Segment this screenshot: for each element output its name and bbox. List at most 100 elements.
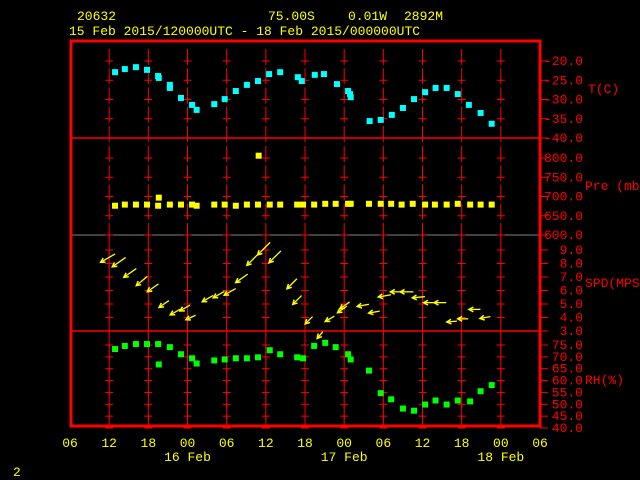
pressure-point (177, 201, 184, 208)
temperature-point (388, 111, 395, 118)
rh-point (432, 397, 439, 404)
wind-arrow (432, 299, 447, 306)
x-tick-label: 00 (180, 436, 196, 451)
pressure-point (221, 201, 228, 208)
rh-point (322, 339, 329, 346)
rh-point (422, 401, 429, 408)
rh-point (300, 355, 307, 362)
temperature-point (193, 106, 200, 113)
temperature-point (232, 88, 239, 95)
wind-arrow-shaft (268, 250, 282, 264)
x-tick-label: 12 (415, 436, 431, 451)
pressure-point (243, 201, 250, 208)
wind-arrow (267, 250, 282, 264)
wind-arrow (478, 314, 491, 321)
rh-point (221, 356, 228, 363)
y-tick-label: 650.0 (544, 209, 583, 224)
temperature-point (377, 116, 384, 123)
pressure-point (193, 202, 200, 209)
temperature-point (454, 91, 461, 98)
pressure-point (266, 201, 273, 208)
wind-arrow-shaft (257, 241, 271, 256)
rh-point (232, 355, 239, 362)
temperature-point (399, 104, 406, 111)
wind-arrow (110, 256, 127, 268)
wind-arrow (410, 294, 425, 301)
rh-point (266, 347, 273, 354)
y-tick-label: -35.0 (544, 112, 583, 127)
y-tick-label: 750.0 (544, 170, 583, 185)
rh-point (388, 396, 395, 403)
pressure-point (467, 201, 474, 208)
pressure-point (322, 200, 329, 207)
x-tick-label: 18 (141, 436, 157, 451)
pressure-point (211, 201, 218, 208)
y-tick-label: -30.0 (544, 93, 583, 108)
x-tick-label: 06 (62, 436, 78, 451)
rh-point (377, 390, 384, 397)
rh-point (347, 356, 354, 363)
pressure-point (232, 202, 239, 209)
y-tick-label: -20.0 (544, 54, 583, 69)
pressure-point (155, 202, 162, 209)
temperature-point (221, 96, 228, 103)
temperature-point (411, 96, 418, 103)
rh-point (443, 401, 450, 408)
pressure-point (422, 201, 429, 208)
x-tick-label: 18 (297, 436, 313, 451)
rh-point (155, 341, 162, 348)
temperature-point (366, 118, 373, 125)
wind-arrow (291, 295, 303, 306)
page-number: 2 (13, 465, 21, 480)
panel-axis-label: Pre (mb) (585, 179, 640, 194)
y-tick-label: 800.0 (544, 151, 583, 166)
temperature-point (177, 94, 184, 101)
rh-point (132, 341, 139, 348)
wind-arrow-shaft (111, 256, 127, 268)
data-marks (99, 64, 495, 414)
panel-axis-label: SPD(MPS) (585, 276, 640, 291)
pressure-point (388, 200, 395, 207)
pressure-point (488, 201, 495, 208)
temperature-point (144, 66, 151, 73)
rh-point (189, 355, 196, 362)
wind-arrow (467, 306, 481, 313)
temperature-point (266, 71, 273, 78)
rh-point (467, 398, 474, 405)
wind-arrow (398, 288, 414, 295)
pressure-point (155, 194, 162, 201)
temperature-point (432, 84, 439, 91)
pressure-point (121, 201, 128, 208)
temperature-point (443, 84, 450, 91)
temperature-point (488, 120, 495, 127)
pressure-point (144, 201, 151, 208)
temperature-point (298, 78, 305, 85)
temperature-point (333, 81, 340, 88)
x-tick-label: 06 (532, 436, 548, 451)
x-tick-label: 06 (376, 436, 392, 451)
panel-axis-label: T(C) (588, 82, 619, 97)
wind-arrow (355, 302, 370, 309)
x-tick-label: 00 (336, 436, 352, 451)
rh-point (112, 346, 119, 353)
elevation: 2892M (404, 9, 443, 24)
pressure-point (409, 200, 416, 207)
pressure-point (255, 201, 261, 208)
wind-arrow (323, 315, 335, 323)
pressure-point (431, 201, 438, 208)
pressure-point (332, 200, 339, 207)
temperature-point (347, 94, 354, 101)
wind-arrow (338, 301, 351, 310)
wind-arrow-shaft (286, 278, 298, 290)
pressure-point (477, 201, 484, 208)
pressure-point (300, 201, 307, 208)
wind-arrow (146, 283, 159, 293)
time-period: 15 Feb 2015/120000UTC - 18 Feb 2015/0000… (69, 24, 420, 39)
x-tick-label: 12 (101, 436, 117, 451)
wind-arrow (211, 290, 225, 299)
pressure-point (166, 201, 173, 208)
pressure-point (365, 200, 372, 207)
x-tick-label: 12 (258, 436, 274, 451)
rh-point (311, 342, 318, 349)
wind-arrow (135, 275, 148, 287)
